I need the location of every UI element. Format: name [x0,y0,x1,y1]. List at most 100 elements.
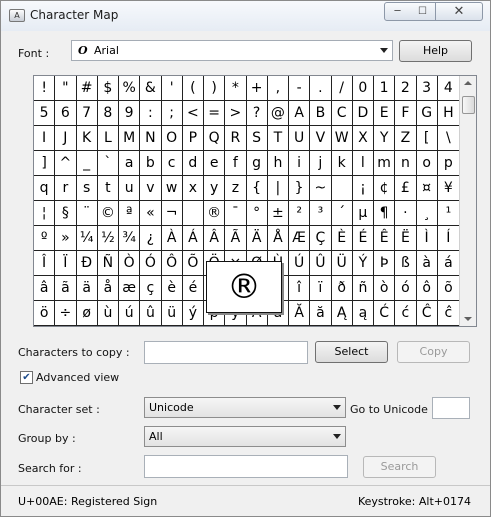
character-cell[interactable]: T [267,126,289,151]
character-cell[interactable]: ¿ [140,226,162,251]
character-cell[interactable] [331,176,353,201]
character-cell[interactable]: K [76,126,98,151]
character-cell[interactable]: d [182,151,204,176]
character-cell[interactable]: + [246,76,268,101]
scroll-thumb[interactable] [462,96,475,114]
character-cell[interactable]: Q [204,126,226,151]
character-cell[interactable]: F [395,101,417,126]
character-cell[interactable]: ® [204,201,226,226]
character-cell[interactable]: N [140,126,162,151]
character-cell[interactable]: ô [416,276,438,301]
character-set-select[interactable]: Unicode [144,397,346,418]
character-cell[interactable]: â [34,276,56,301]
character-cell[interactable]: A [289,101,311,126]
character-cell[interactable]: h [267,151,289,176]
character-cell[interactable]: î [289,276,311,301]
character-cell[interactable]: t [97,176,119,201]
character-cell[interactable]: p [437,151,459,176]
group-by-select[interactable]: All [144,426,346,447]
title-bar[interactable]: A Character Map ─ ☐ ✕ [1,1,490,31]
character-cell[interactable]: H [437,101,459,126]
character-cell[interactable]: u [119,176,141,201]
character-cell[interactable]: ù [97,301,119,326]
character-cell[interactable]: ñ [352,276,374,301]
character-cell[interactable]: " [55,76,77,101]
character-cell[interactable]: § [55,201,77,226]
character-cell[interactable]: ( [182,76,204,101]
character-cell[interactable]: á [437,251,459,276]
scroll-up-arrow-icon[interactable] [464,81,472,85]
character-cell[interactable]: ^ [55,151,77,176]
character-cell[interactable]: @ [267,101,289,126]
character-cell[interactable]: ³ [310,201,332,226]
character-cell[interactable]: ä [76,276,98,301]
character-cell[interactable]: ç [140,276,162,301]
character-cell[interactable]: U [289,126,311,151]
character-cell[interactable]: L [97,126,119,151]
character-cell[interactable]: û [140,301,162,326]
character-cell[interactable]: © [97,201,119,226]
character-cell[interactable]: 3 [416,76,438,101]
character-cell[interactable]: 7 [76,101,98,126]
character-cell[interactable]: £ [395,176,417,201]
character-cell[interactable]: Ä [246,226,268,251]
character-cell[interactable]: < [182,101,204,126]
character-cell[interactable]: 0 [352,76,374,101]
character-cell[interactable]: 5 [34,101,56,126]
character-cell[interactable]: ° [246,201,268,226]
minimize-button[interactable]: ─ [384,2,411,21]
character-cell[interactable]: « [140,201,162,226]
character-cell[interactable]: [ [416,126,438,151]
character-cell[interactable]: R [225,126,247,151]
character-cell[interactable]: ¢ [374,176,396,201]
character-cell[interactable]: ¡ [352,176,374,201]
character-cell[interactable]: Þ [374,251,396,276]
character-cell[interactable]: x [182,176,204,201]
character-cell[interactable]: Í [437,226,459,251]
character-cell[interactable]: ­ [182,201,204,226]
character-cell[interactable]: ă [310,301,332,326]
character-cell[interactable]: | [267,176,289,201]
character-cell[interactable]: # [76,76,98,101]
character-cell[interactable]: · [395,201,417,226]
character-cell[interactable]: f [225,151,247,176]
character-cell[interactable]: ¦ [34,201,56,226]
character-cell[interactable]: Ð [76,251,98,276]
character-cell[interactable]: Ò [119,251,141,276]
character-cell[interactable]: 1 [374,76,396,101]
character-cell[interactable]: v [140,176,162,201]
character-cell[interactable]: Ĉ [416,301,438,326]
character-cell[interactable]: W [331,126,353,151]
close-button[interactable]: ✕ [436,2,483,21]
maximize-button[interactable]: ☐ [410,2,436,21]
character-cell[interactable]: ¨ [76,201,98,226]
character-cell[interactable]: à [416,251,438,276]
character-cell[interactable]: ð [331,276,353,301]
character-cell[interactable]: ć [395,301,417,326]
character-cell[interactable]: ö [34,301,56,326]
advanced-view-checkbox[interactable]: ✔ [20,371,33,384]
character-cell[interactable]: ! [34,76,56,101]
character-cell[interactable]: J [55,126,77,151]
character-cell[interactable]: 4 [437,76,459,101]
character-cell[interactable]: E [374,101,396,126]
character-cell[interactable]: ¥ [437,176,459,201]
character-cell[interactable]: Õ [182,251,204,276]
character-cell[interactable]: Ì [416,226,438,251]
character-cell[interactable]: \ [437,126,459,151]
character-cell[interactable]: Ç [310,226,332,251]
copy-button[interactable]: Copy [397,341,470,363]
character-cell[interactable]: e [204,151,226,176]
character-cell[interactable]: = [204,101,226,126]
character-cell[interactable]: Z [395,126,417,151]
go-to-unicode-input[interactable] [432,397,470,419]
character-cell[interactable]: S [246,126,268,151]
character-cell[interactable]: ã [55,276,77,301]
character-cell[interactable]: Æ [289,226,311,251]
character-cell[interactable]: ¯ [225,201,247,226]
character-cell[interactable]: ó [395,276,417,301]
character-cell[interactable]: $ [97,76,119,101]
search-input[interactable] [144,455,348,478]
character-cell[interactable]: r [55,176,77,201]
character-cell[interactable]: V [310,126,332,151]
